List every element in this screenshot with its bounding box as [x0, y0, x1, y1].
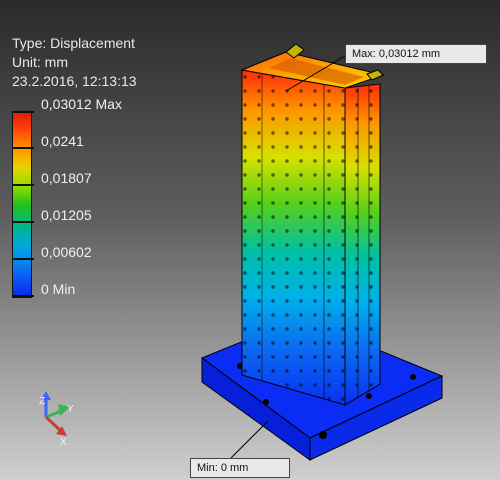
- triad-x-label: X: [60, 437, 67, 448]
- min-callout: Min: 0 mm: [190, 458, 290, 478]
- view-triad-icon[interactable]: Z Y X: [39, 391, 74, 448]
- model-viewport[interactable]: Z Y X: [0, 0, 500, 480]
- max-callout: Max: 0,03012 mm: [345, 44, 487, 64]
- model-tower: [240, 43, 385, 406]
- min-leader-line: [230, 420, 269, 459]
- triad-y-label: Y: [67, 404, 74, 415]
- triad-z-label: Z: [39, 396, 45, 407]
